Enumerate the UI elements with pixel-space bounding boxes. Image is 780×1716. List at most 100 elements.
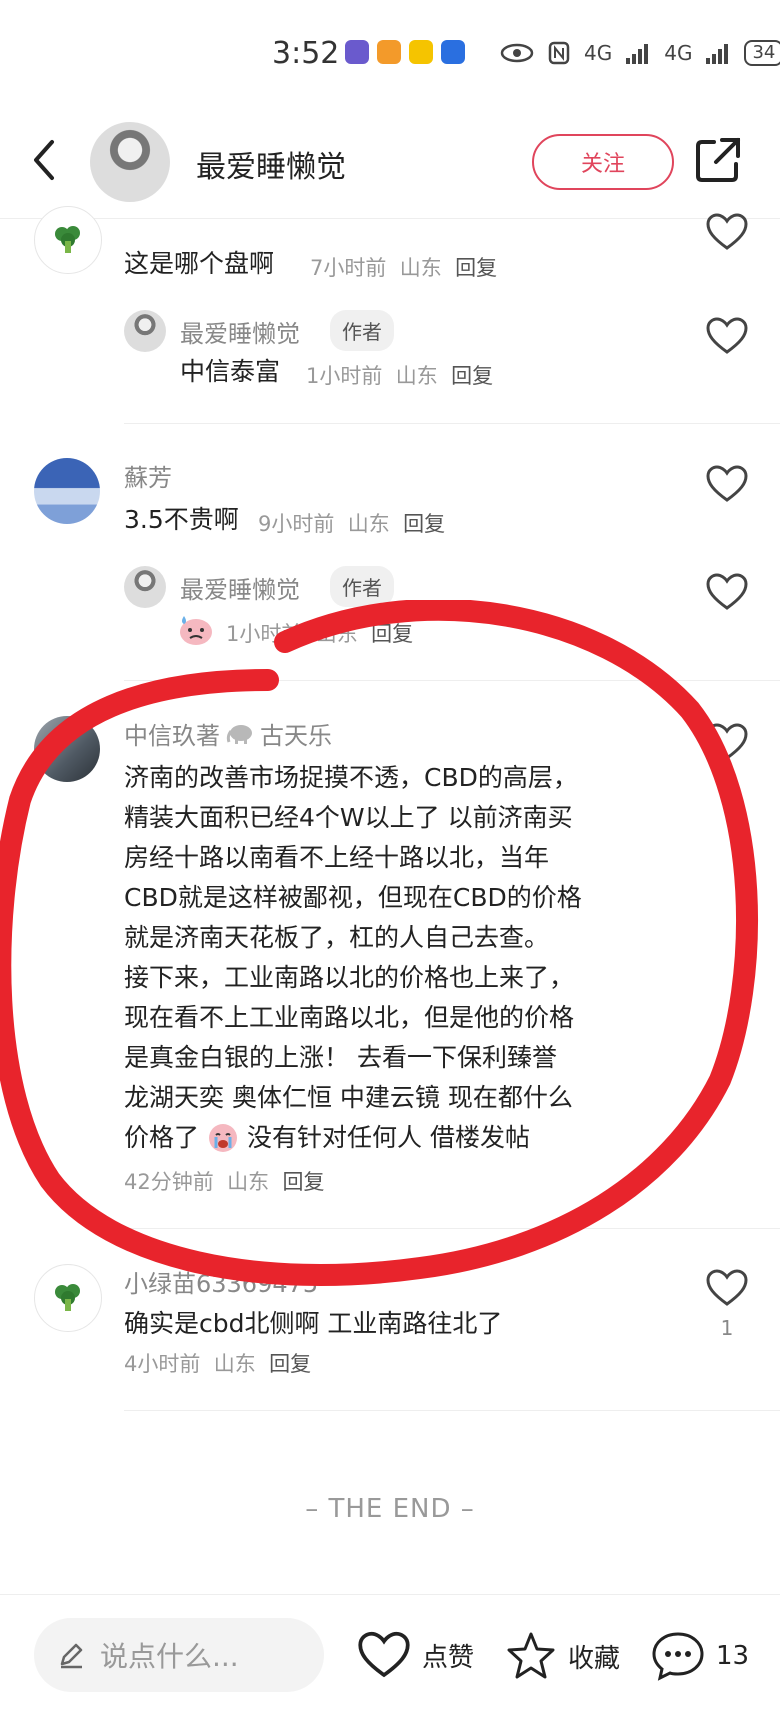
comment-location: 山东 <box>399 256 442 280</box>
commenter-avatar[interactable] <box>34 716 100 782</box>
app-notification-icon <box>377 40 401 64</box>
like-heart-icon[interactable] <box>705 212 749 252</box>
reply-time: 1小时前 <box>306 364 383 388</box>
collect-label: 收藏 <box>568 1643 621 1674</box>
heart-icon <box>358 1631 410 1678</box>
comment-text: 确实是cbd北侧啊 工业南路往北了 <box>124 1309 503 1338</box>
comment-meta: 7小时前 山东 回复 <box>310 252 497 282</box>
reply-link[interactable]: 回复 <box>282 1170 324 1194</box>
comment-text: 这是哪个盘啊 <box>124 249 275 278</box>
commenter-name-row[interactable]: 中信玖著 古天乐 <box>124 716 332 751</box>
comment-text-line: 是真金白银的上涨！ 去看一下保利臻誉 <box>124 1043 557 1072</box>
status-app-icons <box>345 40 465 64</box>
comment-text-line: 就是济南天花板了，杠的人自己去查。 <box>124 923 550 952</box>
app-notification-icon <box>345 40 369 64</box>
comment-text-line: 接下来，工业南路以北的价格也上来了， <box>124 963 575 992</box>
commenter-name[interactable]: 蘇芳 <box>124 458 172 493</box>
star-icon <box>507 1632 555 1679</box>
comment-text-part: 没有针对任何人 借楼发帖 <box>247 1123 530 1152</box>
comment-divider <box>124 680 780 681</box>
network-label: 4G <box>584 41 613 65</box>
signal-icon <box>626 44 649 64</box>
signal-icon <box>706 44 729 64</box>
reply-author-name[interactable]: 最爱睡懒觉 <box>180 570 300 605</box>
commenter-avatar[interactable] <box>34 1264 102 1332</box>
comment-divider <box>124 1410 780 1411</box>
back-arrow-icon[interactable] <box>22 130 70 190</box>
header-divider <box>0 218 780 219</box>
author-avatar[interactable] <box>90 122 170 202</box>
comment-time: 9小时前 <box>258 512 335 536</box>
reply-text: 中信泰富 <box>180 357 281 386</box>
reply-meta: 1小时前 山东 回复 <box>306 360 493 390</box>
broccoli-icon <box>55 1284 80 1311</box>
reply-link[interactable]: 回复 <box>451 364 493 388</box>
emoji-crying-icon <box>209 1124 238 1152</box>
like-heart-icon[interactable] <box>705 1268 749 1308</box>
reply-time: 1小时前 <box>226 622 303 646</box>
comment-meta: 9小时前 山东 回复 <box>258 508 445 538</box>
like-heart-icon[interactable] <box>705 316 749 356</box>
reply-location: 山东 <box>395 364 438 388</box>
comment-text: 3.5不贵啊 <box>124 505 239 534</box>
comment-text-part: 价格了 <box>124 1123 200 1152</box>
author-name[interactable]: 最爱睡懒觉 <box>196 142 346 186</box>
commenter-name[interactable]: 中信玖著 <box>124 716 220 751</box>
author-tag: 作者 <box>330 566 394 607</box>
comment-text-line: 龙湖天奕 奥体仁恒 中建云镜 现在都什么 <box>124 1083 573 1112</box>
end-marker: – THE END – <box>305 1494 475 1524</box>
reply-link[interactable]: 回复 <box>403 512 445 536</box>
comment-text-line: 济南的改善市场捉摸不透，CBD的高层， <box>124 763 578 792</box>
app-notification-icon <box>409 40 433 64</box>
app-notification-icon <box>441 40 465 64</box>
emoji-sweat-icon <box>180 616 212 645</box>
battery-indicator: 34 <box>744 40 780 66</box>
comment-meta: 4小时前 山东 回复 <box>124 1348 311 1378</box>
like-heart-icon[interactable] <box>705 464 749 504</box>
comment-text: 济南的改善市场捉摸不透，CBD的高层， 精装大面积已经4个W以上了 以前济南买 … <box>124 758 582 1158</box>
comment-divider <box>124 1228 780 1229</box>
comment-location: 山东 <box>227 1170 270 1194</box>
reply-link[interactable]: 回复 <box>455 256 497 280</box>
commenter-avatar[interactable] <box>34 206 102 274</box>
like-heart-icon[interactable] <box>705 722 749 762</box>
comment-time: 4小时前 <box>124 1352 201 1376</box>
comment-text-line: 房经十路以南看不上经十路以北，当年 <box>124 843 550 872</box>
reply-link[interactable]: 回复 <box>269 1352 311 1376</box>
collect-button[interactable]: 收藏 <box>504 1630 620 1682</box>
system-status: 4G 4G 34 <box>500 40 780 66</box>
comment-divider <box>124 423 780 424</box>
comment-meta: 42分钟前 山东 回复 <box>124 1166 324 1196</box>
like-label: 点赞 <box>422 1642 475 1673</box>
commenter-name-suffix[interactable]: 古天乐 <box>260 716 332 751</box>
broccoli-icon <box>55 226 80 253</box>
network-label: 4G <box>664 41 693 65</box>
comment-text-line: 价格了 没有针对任何人 借楼发帖 <box>124 1118 582 1158</box>
commenter-avatar[interactable] <box>34 458 100 524</box>
comment-input[interactable]: 说点什么... <box>34 1618 324 1692</box>
reply-avatar[interactable] <box>124 566 166 608</box>
comment-time: 7小时前 <box>310 256 387 280</box>
reply-location: 山东 <box>315 622 358 646</box>
comment-location: 山东 <box>213 1352 256 1376</box>
like-heart-icon[interactable] <box>705 572 749 612</box>
follow-button[interactable]: 关注 <box>532 134 674 190</box>
bottom-bar-border <box>0 1594 780 1595</box>
commenter-name[interactable]: 小绿苗63369475 <box>124 1264 318 1299</box>
reply-author-name[interactable]: 最爱睡懒觉 <box>180 314 300 349</box>
comment-placeholder: 说点什么... <box>100 1640 239 1673</box>
comment-location: 山东 <box>347 512 390 536</box>
reply-link[interactable]: 回复 <box>371 622 413 646</box>
eye-icon <box>500 43 534 63</box>
comment-text-line: CBD就是这样被鄙视，但现在CBD的价格 <box>124 883 582 912</box>
pencil-icon <box>60 1643 83 1669</box>
nfc-icon <box>548 41 570 65</box>
comment-button[interactable]: 13 <box>650 1630 749 1682</box>
elephant-icon <box>226 724 252 744</box>
reply-avatar[interactable] <box>124 310 166 352</box>
comment-time: 42分钟前 <box>124 1170 214 1194</box>
like-button[interactable]: 点赞 <box>356 1630 474 1680</box>
author-tag: 作者 <box>330 310 394 351</box>
status-time: 3:52 <box>272 36 340 71</box>
share-icon[interactable] <box>692 134 744 186</box>
